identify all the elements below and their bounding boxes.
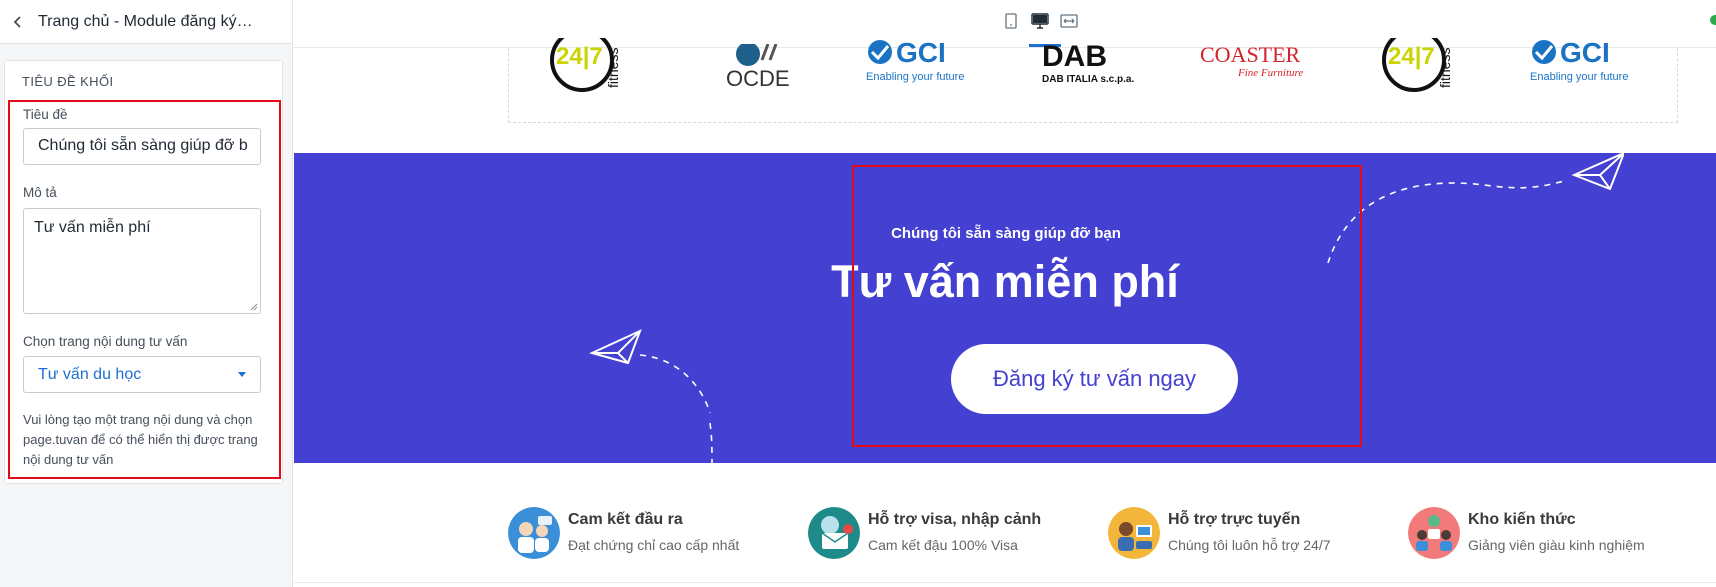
feature-item: Hỗ trợ visa, nhập cảnh Cam kết đậu 100% …: [808, 507, 1041, 559]
online-support-icon: [1108, 507, 1160, 559]
feature-item: Hỗ trợ trực tuyến Chúng tôi luôn hỗ trợ …: [1108, 507, 1331, 559]
feature-desc: Giảng viên giàu kinh nghiệm: [1468, 537, 1645, 553]
visa-envelope-icon: [808, 507, 860, 559]
partner-logo: 24|7 fitness: [548, 38, 636, 92]
divider: [294, 582, 1716, 583]
logo-subtext: Enabling your future: [1530, 71, 1628, 83]
logo-text: DAB: [1042, 40, 1107, 73]
highlight-box-settings: [8, 100, 281, 479]
logo-subtext: DAB ITALIA s.c.p.a.: [1042, 74, 1134, 85]
logo-text: 24|7: [556, 43, 603, 70]
status-dot: [1710, 15, 1716, 25]
fullwidth-icon[interactable]: [1058, 10, 1080, 32]
logo-text: OCDE: [726, 66, 790, 91]
feature-title: Kho kiến thức: [1468, 511, 1576, 528]
partner-logo: OCDE: [722, 44, 802, 92]
partner-logo: DAB DAB ITALIA s.c.p.a.: [1040, 40, 1144, 86]
features-row: Cam kết đầu ra Đạt chứng chỉ cao cấp nhấ…: [294, 463, 1716, 587]
feature-item: Cam kết đầu ra Đạt chứng chỉ cao cấp nhấ…: [508, 507, 739, 559]
partner-logo: 24|7 fitness: [1380, 38, 1468, 92]
sidebar-title: Trang chủ - Module đăng ký…: [38, 12, 253, 30]
highlight-box-banner: [852, 165, 1362, 447]
feature-desc: Đạt chứng chỉ cao cấp nhất: [568, 537, 740, 553]
logo-subtext: fitness: [605, 48, 621, 88]
partner-logo: GCI Enabling your future: [1530, 40, 1660, 84]
paper-plane-icon: [1327, 153, 1624, 263]
mobile-icon[interactable]: [1000, 10, 1022, 32]
graduates-icon: [508, 507, 560, 559]
feature-item: Kho kiến thức Giảng viên giàu kinh nghiệ…: [1408, 507, 1645, 559]
knowledge-icon: [1408, 507, 1460, 559]
feature-desc: Cam kết đậu 100% Visa: [868, 537, 1018, 553]
logo-subtext: fitness: [1437, 48, 1453, 88]
logo-text: 24|7: [1388, 43, 1435, 70]
logo-subtext: Enabling your future: [866, 71, 964, 83]
feature-desc: Chúng tôi luôn hỗ trợ 24/7: [1168, 537, 1331, 553]
sidebar-header: Trang chủ - Module đăng ký…: [0, 0, 292, 44]
back-icon[interactable]: [6, 10, 30, 34]
feature-title: Hỗ trợ trực tuyến: [1168, 511, 1301, 528]
logo-text: GCI: [1560, 40, 1610, 68]
paper-plane-icon: [589, 329, 713, 463]
desktop-icon[interactable]: [1029, 10, 1051, 32]
section-title: TIÊU ĐỀ KHỐI: [22, 74, 114, 89]
partner-logo: COASTER Fine Furniture: [1198, 44, 1322, 80]
editor-sidebar: Trang chủ - Module đăng ký… TIÊU ĐỀ KHỐI…: [0, 0, 293, 587]
feature-title: Cam kết đầu ra: [568, 511, 683, 528]
partner-logo: GCI Enabling your future: [866, 40, 996, 84]
feature-title: Hỗ trợ visa, nhập cảnh: [868, 511, 1042, 528]
device-toolbar: [294, 0, 1716, 48]
logo-text: GCI: [896, 40, 946, 68]
logo-text: COASTER: [1200, 44, 1301, 67]
logo-subtext: Fine Furniture: [1237, 67, 1303, 79]
